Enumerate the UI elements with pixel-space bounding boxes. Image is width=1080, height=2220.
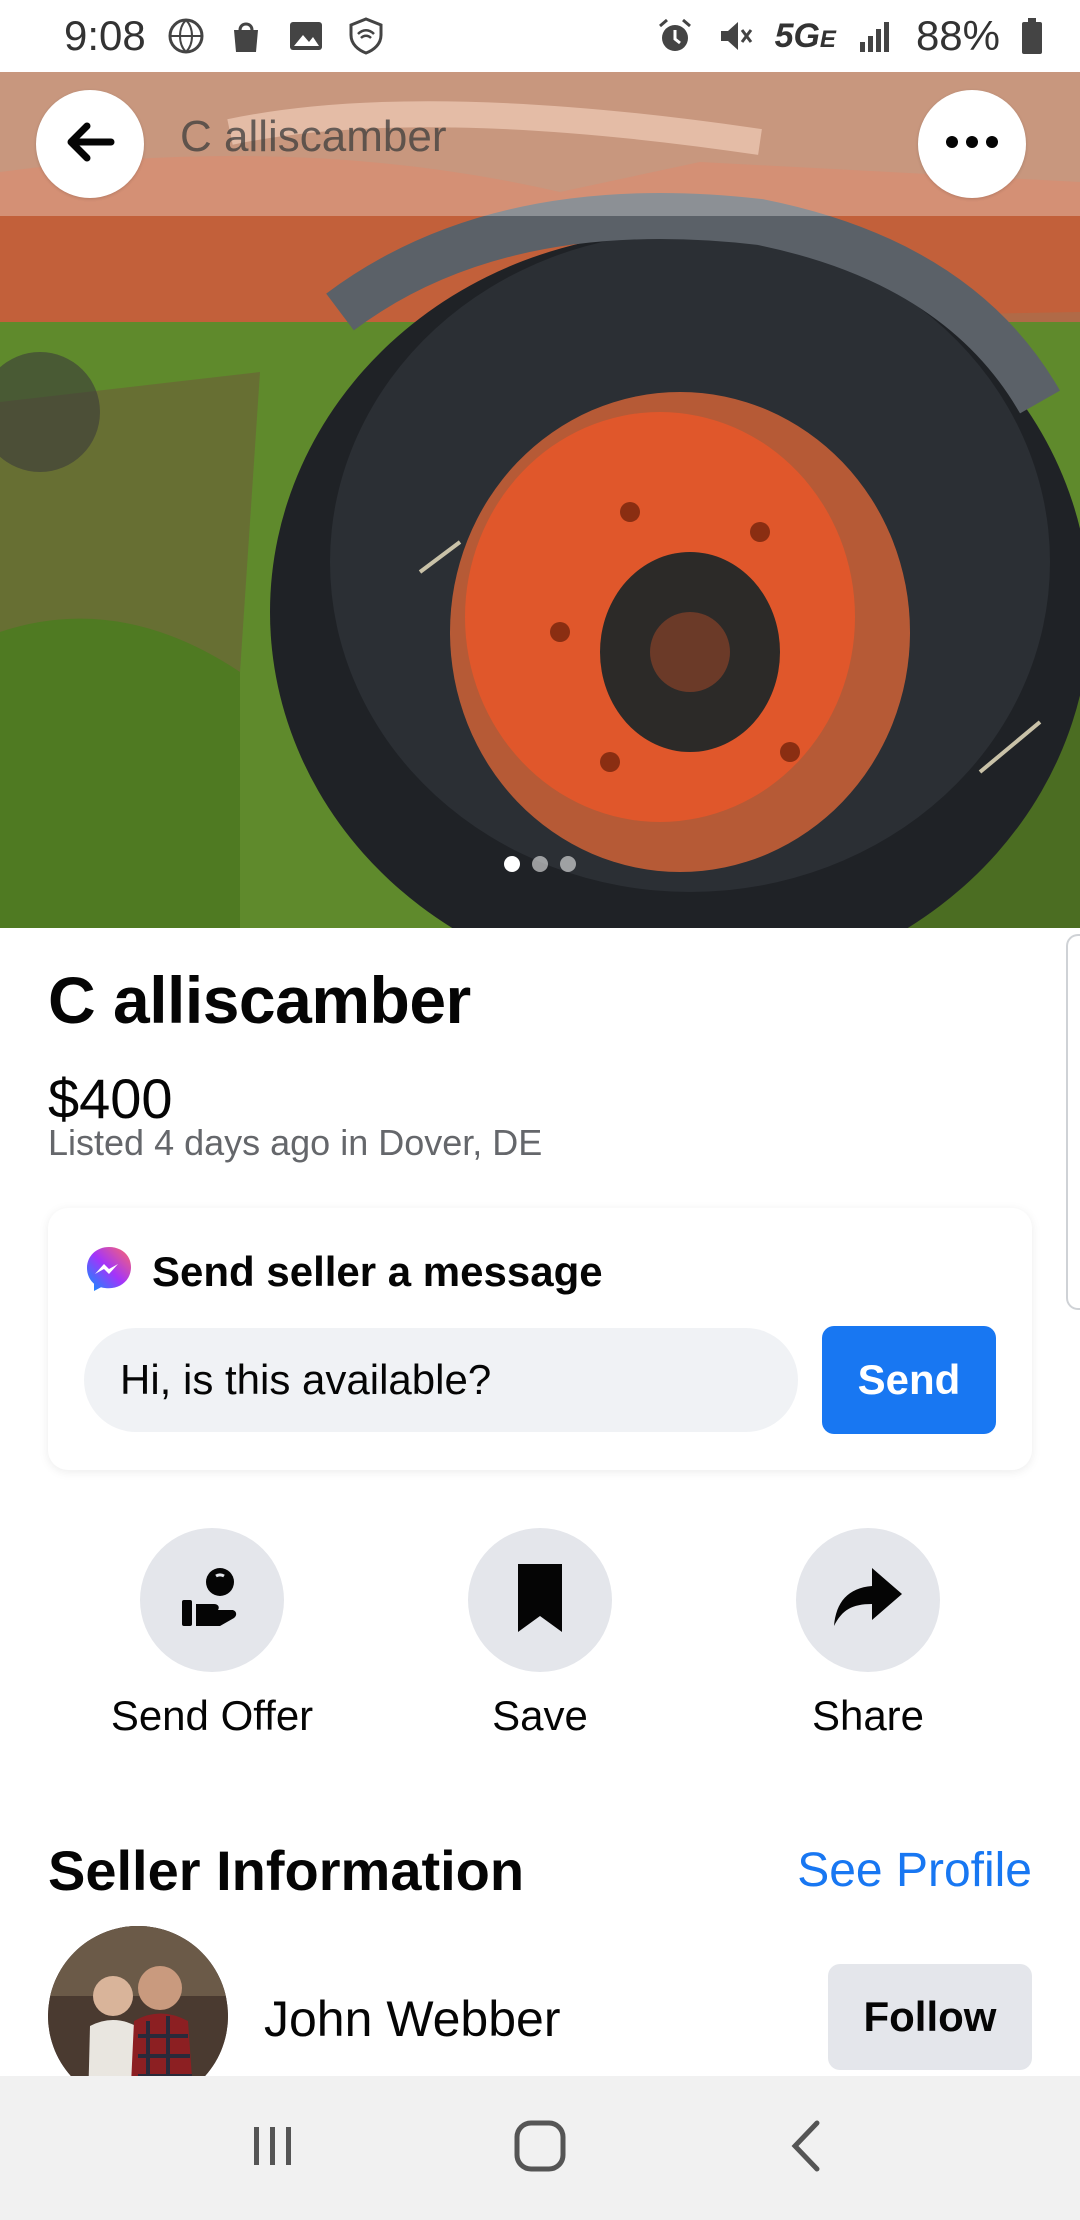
recents-icon bbox=[248, 2121, 298, 2176]
gallery-pagination bbox=[0, 856, 1080, 872]
status-bar-left: 9:08 bbox=[64, 12, 386, 60]
network-indicator: 5GE bbox=[775, 17, 836, 56]
send-offer-button[interactable] bbox=[140, 1528, 284, 1672]
network-type: 5G bbox=[774, 16, 820, 55]
network-subtype: E bbox=[819, 25, 836, 53]
alarm-icon bbox=[655, 16, 695, 56]
save-label: Save bbox=[492, 1692, 588, 1739]
image-icon bbox=[286, 16, 326, 56]
send-offer-label: Send Offer bbox=[110, 1692, 314, 1739]
listing-actions: Send Offer Save Share bbox=[0, 1528, 1080, 1740]
gallery-dot[interactable] bbox=[532, 856, 548, 872]
listing-title: C alliscamber bbox=[48, 963, 471, 1037]
seller-section-heading: Seller Information bbox=[48, 1839, 525, 1902]
signal-icon bbox=[856, 16, 896, 56]
listing-meta: Listed 4 days ago in Dover, DE bbox=[48, 1122, 543, 1163]
globe-icon bbox=[166, 16, 206, 56]
home-button[interactable] bbox=[500, 2108, 580, 2188]
battery-icon bbox=[1020, 16, 1044, 56]
bookmark-icon bbox=[512, 1560, 568, 1641]
share-arrow-icon bbox=[832, 1566, 904, 1635]
mute-icon bbox=[715, 16, 755, 56]
back-icon bbox=[787, 2119, 827, 2178]
bag-icon bbox=[226, 16, 266, 56]
send-button[interactable]: Send bbox=[822, 1326, 996, 1434]
arrow-left-icon bbox=[63, 115, 117, 174]
message-card-header: Send seller a message bbox=[84, 1244, 603, 1299]
battery-percent: 88% bbox=[915, 12, 1000, 59]
follow-button[interactable]: Follow bbox=[828, 1964, 1032, 2070]
shield-wifi-icon bbox=[346, 16, 386, 56]
share-label: Share bbox=[811, 1692, 925, 1739]
gallery-dot-active[interactable] bbox=[504, 856, 520, 872]
gallery-dot[interactable] bbox=[560, 856, 576, 872]
side-scroll-indicator bbox=[1066, 934, 1080, 1310]
more-options-button[interactable] bbox=[918, 90, 1026, 198]
seller-name[interactable]: John Webber bbox=[264, 1990, 560, 2048]
more-horizontal-icon bbox=[945, 135, 999, 154]
save-button[interactable] bbox=[468, 1528, 612, 1672]
system-back-button[interactable] bbox=[767, 2108, 847, 2188]
status-time: 9:08 bbox=[64, 12, 146, 59]
message-seller-card: Send seller a message Send bbox=[48, 1208, 1032, 1470]
message-card-title: Send seller a message bbox=[152, 1247, 603, 1295]
share-button[interactable] bbox=[796, 1528, 940, 1672]
system-nav-bar bbox=[0, 2076, 1080, 2220]
share-action[interactable]: Share bbox=[718, 1528, 1018, 1740]
status-bar: 9:08 5GE 88% bbox=[0, 0, 1080, 72]
home-icon bbox=[513, 2119, 567, 2178]
save-action[interactable]: Save bbox=[390, 1528, 690, 1740]
offer-hand-icon bbox=[174, 1560, 250, 1641]
see-profile-link[interactable]: See Profile bbox=[797, 1843, 1032, 1898]
status-bar-right: 5GE 88% bbox=[655, 12, 1044, 60]
recents-button[interactable] bbox=[233, 2108, 313, 2188]
message-input[interactable] bbox=[84, 1328, 798, 1432]
messenger-icon bbox=[84, 1244, 134, 1299]
send-offer-action[interactable]: Send Offer bbox=[62, 1528, 362, 1740]
header-title: C alliscamber bbox=[180, 112, 447, 161]
back-button[interactable] bbox=[36, 90, 144, 198]
